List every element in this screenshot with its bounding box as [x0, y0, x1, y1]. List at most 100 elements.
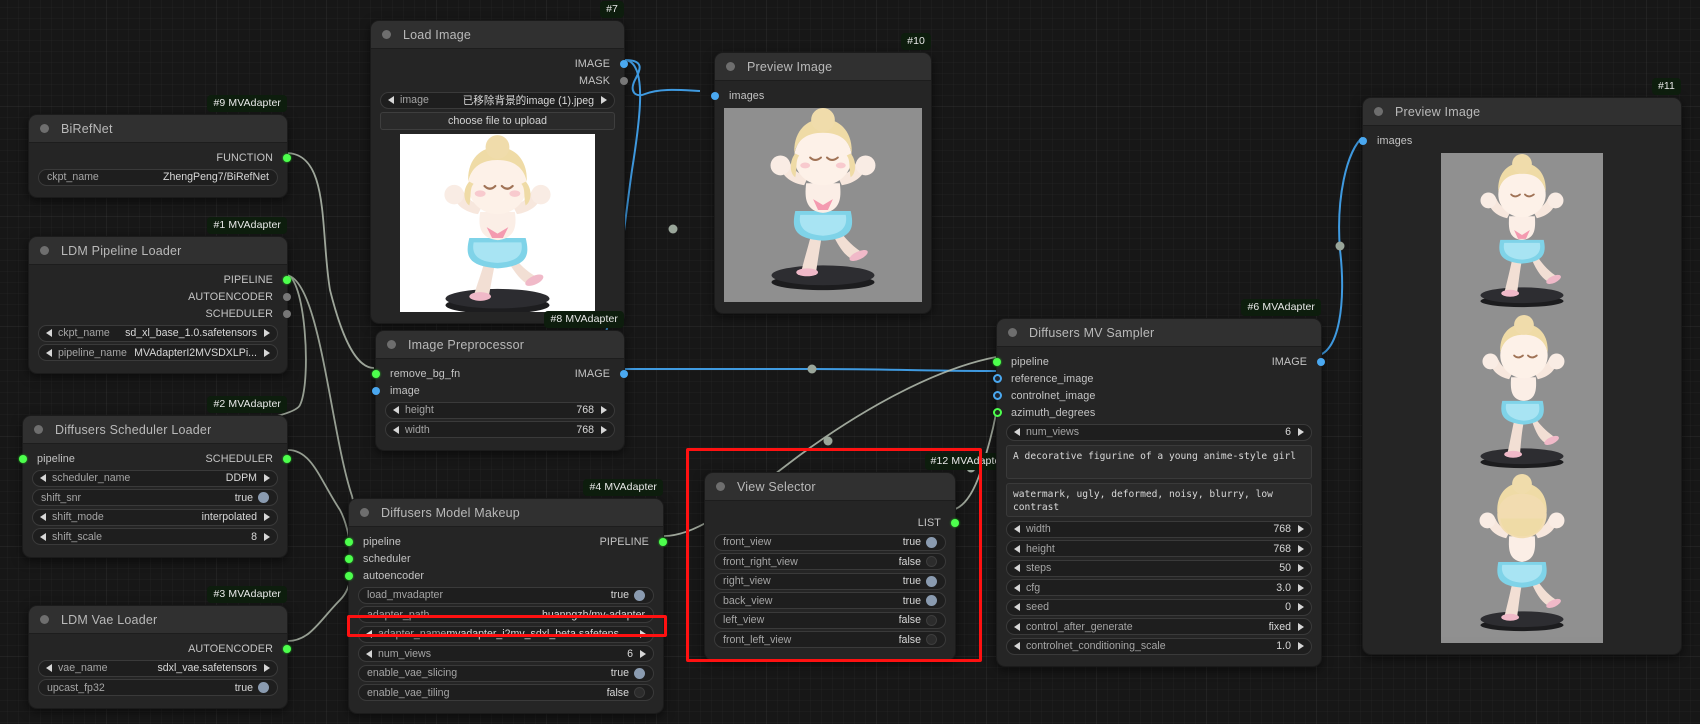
node-preview-image-11[interactable]: #11 Preview Image images [1359, 78, 1682, 655]
node-preview-image-10[interactable]: #10 Preview Image images [711, 33, 932, 314]
toggle-knob-icon[interactable] [926, 614, 937, 626]
decrement-arrow-icon[interactable] [393, 425, 399, 434]
collapse-dot-icon[interactable] [40, 124, 49, 133]
negative-prompt-textarea[interactable]: watermark, ugly, deformed, noisy, blurry… [1006, 482, 1312, 517]
node-view-selector[interactable]: #12 MVAdapter View Selector LIST front_v… [704, 453, 1010, 661]
slot-pip-icon[interactable] [659, 538, 667, 546]
widget-ckpt-name[interactable]: ckpt_name sd_xl_base_1.0.safetensors [38, 324, 278, 342]
image-preview[interactable] [1441, 153, 1603, 643]
widget-pipeline-name[interactable]: pipeline_name MVAdapterI2MVSDXLPi... [38, 344, 278, 361]
collapse-dot-icon[interactable] [40, 615, 49, 624]
decrement-arrow-icon[interactable] [46, 348, 52, 357]
widget-control-after-generate[interactable]: control_after_generate fixed [1006, 618, 1312, 635]
slot-pip-icon[interactable] [993, 374, 1002, 383]
node-title-bar[interactable]: Preview Image [1363, 98, 1681, 126]
collapse-dot-icon[interactable] [716, 482, 725, 491]
increment-arrow-icon[interactable] [601, 406, 607, 414]
slot-pip-icon[interactable] [283, 276, 291, 284]
increment-arrow-icon[interactable] [264, 532, 270, 541]
image-preview[interactable] [724, 108, 922, 302]
decrement-arrow-icon[interactable] [393, 406, 399, 414]
node-title-bar[interactable]: View Selector [705, 473, 955, 501]
input-slot-reference-image[interactable]: reference_image [993, 371, 1321, 387]
widget-back-view[interactable]: back_view true [714, 592, 946, 609]
node-diffusers-mv-sampler[interactable]: #6 MVAdapter Diffusers MV Sampler pipeli… [993, 299, 1325, 667]
node-load-image[interactable]: #7 Load Image IMAGE MASK image 已移除背景的ima… [370, 1, 628, 324]
increment-arrow-icon[interactable] [640, 649, 646, 658]
node-title-bar[interactable]: LDM Vae Loader [29, 606, 287, 634]
increment-arrow-icon[interactable] [1298, 603, 1304, 611]
increment-arrow-icon[interactable] [601, 425, 607, 434]
toggle-knob-icon[interactable] [926, 634, 937, 645]
increment-arrow-icon[interactable] [601, 96, 607, 104]
increment-arrow-icon[interactable] [1298, 564, 1304, 572]
node-diffusers-scheduler-loader[interactable]: #2 MVAdapter Diffusers Scheduler Loader … [19, 396, 291, 558]
decrement-arrow-icon[interactable] [46, 329, 52, 337]
widget-front-right-view[interactable]: front_right_view false [714, 553, 946, 570]
slot-pip-icon[interactable] [993, 408, 1002, 417]
widget-width[interactable]: width 768 [1006, 520, 1312, 538]
output-slot-mask[interactable]: MASK [371, 73, 628, 89]
toggle-knob-icon[interactable] [926, 575, 937, 587]
increment-arrow-icon[interactable] [1298, 525, 1304, 533]
widget-num-views[interactable]: num_views 6 [358, 645, 654, 662]
slot-pip-icon[interactable] [283, 455, 291, 463]
node-ldm-vae-loader[interactable]: #3 MVAdapter LDM Vae Loader AUTOENCODER … [28, 586, 291, 709]
decrement-arrow-icon[interactable] [366, 649, 372, 658]
slot-pip-icon[interactable] [951, 519, 959, 527]
toggle-knob-icon[interactable] [926, 595, 937, 606]
collapse-dot-icon[interactable] [40, 246, 49, 255]
widget-shift-mode[interactable]: shift_mode interpolated [32, 508, 278, 526]
output-slot-image[interactable]: IMAGE [371, 56, 628, 72]
collapse-dot-icon[interactable] [726, 62, 735, 71]
widget-front-view[interactable]: front_view true [714, 533, 946, 551]
node-ldm-pipeline-loader[interactable]: #1 MVAdapter LDM Pipeline Loader PIPELIN… [28, 217, 291, 374]
decrement-arrow-icon[interactable] [1014, 622, 1020, 631]
image-preview[interactable] [400, 133, 595, 312]
slot-pip-icon[interactable] [283, 310, 291, 318]
collapse-dot-icon[interactable] [382, 30, 391, 39]
toggle-knob-icon[interactable] [258, 492, 269, 503]
widget-shift-snr[interactable]: shift_snr true [32, 489, 278, 506]
slot-pip-icon[interactable] [345, 538, 353, 546]
decrement-arrow-icon[interactable] [366, 630, 372, 638]
prompt-textarea[interactable]: A decorative figurine of a young anime-s… [1006, 444, 1312, 479]
node-title-bar[interactable]: LDM Pipeline Loader [29, 237, 287, 265]
widget-upcast-fp32[interactable]: upcast_fp32 true [38, 679, 278, 696]
node-birefnet[interactable]: #9 MVAdapter BiRefNet FUNCTION ckpt_name… [28, 95, 291, 198]
slot-pip-icon[interactable] [345, 555, 353, 563]
widget-height[interactable]: height 768 [385, 401, 615, 419]
slot-pip-icon[interactable] [283, 154, 291, 162]
output-slot-function[interactable]: FUNCTION [29, 150, 291, 166]
output-slot-pipeline[interactable]: PIPELINE [29, 272, 291, 288]
node-title-bar[interactable]: Diffusers Scheduler Loader [23, 416, 287, 444]
widget-cfg[interactable]: cfg 3.0 [1006, 579, 1312, 596]
collapse-dot-icon[interactable] [1008, 328, 1017, 337]
output-slot-autoencoder[interactable]: AUTOENCODER [29, 641, 291, 657]
increment-arrow-icon[interactable] [640, 630, 646, 638]
increment-arrow-icon[interactable] [1298, 544, 1304, 553]
upload-file-button[interactable]: choose file to upload [380, 111, 615, 130]
collapse-dot-icon[interactable] [34, 425, 43, 434]
widget-enable-vae-slicing[interactable]: enable_vae_slicing true [358, 664, 654, 682]
increment-arrow-icon[interactable] [1298, 622, 1304, 631]
node-title-bar[interactable]: Image Preprocessor [376, 331, 624, 359]
widget-shift-scale[interactable]: shift_scale 8 [32, 528, 278, 545]
collapse-dot-icon[interactable] [360, 508, 369, 517]
slot-pip-icon[interactable] [711, 92, 719, 100]
widget-seed[interactable]: seed 0 [1006, 598, 1312, 616]
slot-pip-icon[interactable] [283, 645, 291, 653]
toggle-knob-icon[interactable] [926, 536, 937, 548]
decrement-arrow-icon[interactable] [1014, 525, 1020, 533]
decrement-arrow-icon[interactable] [1014, 564, 1020, 572]
increment-arrow-icon[interactable] [1298, 583, 1304, 592]
node-title-bar[interactable]: Diffusers Model Makeup [349, 499, 663, 527]
decrement-arrow-icon[interactable] [1014, 642, 1020, 650]
decrement-arrow-icon[interactable] [1014, 603, 1020, 611]
slot-pip-icon[interactable] [1317, 358, 1325, 366]
widget-right-view[interactable]: right_view true [714, 572, 946, 590]
slot-pip-icon[interactable] [372, 370, 380, 378]
node-graph-canvas[interactable]: #9 MVAdapter BiRefNet FUNCTION ckpt_name… [0, 0, 1700, 724]
widget-image[interactable]: image 已移除背景的image (1).jpeg [380, 91, 615, 109]
widget-front-left-view[interactable]: front_left_view false [714, 631, 946, 648]
